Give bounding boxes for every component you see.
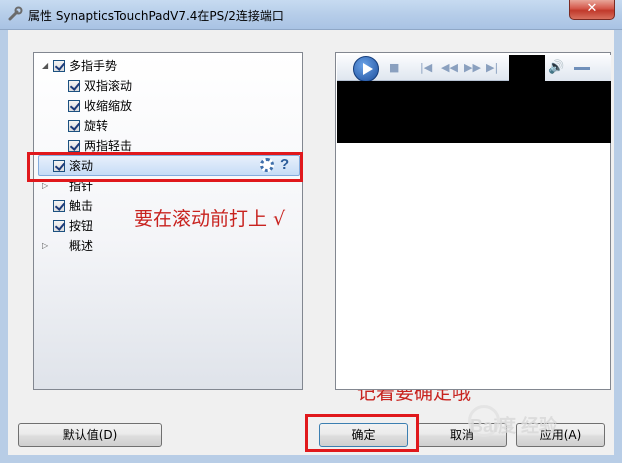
tree-item-label: 概述: [69, 239, 94, 253]
tree-item-two-finger-scroll[interactable]: 双指滚动: [68, 76, 132, 96]
checkbox[interactable]: [68, 99, 80, 112]
tree-item-label: 两指轻击: [84, 139, 133, 153]
window-title: 属性 SynapticsTouchPadV7.4在PS/2连接端口: [28, 9, 284, 23]
title-bar: 属性 SynapticsTouchPadV7.4在PS/2连接端口 ✕: [0, 0, 622, 30]
tree-item-buttons[interactable]: 按钮: [53, 216, 93, 236]
fast-forward-icon[interactable]: ▶▶: [464, 61, 481, 74]
default-button[interactable]: 默认值(D): [18, 423, 162, 447]
play-icon[interactable]: [353, 56, 379, 82]
video-display: [337, 81, 611, 143]
window-frame-right: [614, 30, 622, 463]
close-button[interactable]: ✕: [569, 0, 615, 20]
checkbox[interactable]: [68, 79, 80, 92]
previous-icon[interactable]: |◀: [420, 61, 432, 74]
tree-item-label: 多指手势: [69, 59, 118, 73]
collapse-arrow-icon[interactable]: ◢: [42, 56, 48, 76]
tree-item-label: 按钮: [69, 219, 94, 233]
next-icon[interactable]: ▶|: [486, 61, 498, 74]
speaker-icon[interactable]: 🔊: [548, 60, 564, 75]
checkbox[interactable]: [53, 59, 65, 72]
checkbox[interactable]: [68, 139, 80, 152]
tree-item-overview[interactable]: 概述: [69, 236, 93, 256]
watermark-text: Bai度 经验: [470, 416, 558, 436]
rewind-icon[interactable]: ◀◀: [441, 61, 458, 74]
stop-icon[interactable]: ■: [389, 61, 399, 74]
window-frame-left: [0, 30, 8, 463]
tree-item-tapping[interactable]: 触击: [53, 196, 93, 216]
annotation-scroll-hint: 要在滚动前打上 √: [134, 208, 286, 230]
tree-item-pinch-zoom[interactable]: 收缩缩放: [68, 96, 132, 116]
tree-item-multi-finger-gestures[interactable]: 多指手势: [53, 56, 117, 76]
video-area-top: [509, 55, 545, 81]
tree-item-rotate[interactable]: 旋转: [68, 116, 108, 136]
highlight-box-ok: [305, 414, 419, 452]
window-frame-bottom: [0, 455, 622, 463]
tree-item-label: 旋转: [84, 119, 109, 133]
expand-arrow-icon[interactable]: ▷: [42, 236, 48, 256]
highlight-box-scroll: [27, 152, 303, 182]
wrench-icon: [8, 6, 23, 21]
volume-slider[interactable]: [574, 67, 590, 70]
checkbox[interactable]: [68, 119, 80, 132]
checkbox[interactable]: [53, 199, 65, 212]
tree-item-label: 触击: [69, 199, 94, 213]
checkbox[interactable]: [53, 219, 65, 232]
tree-item-label: 双指滚动: [84, 79, 133, 93]
tree-item-label: 收缩缩放: [84, 99, 133, 113]
